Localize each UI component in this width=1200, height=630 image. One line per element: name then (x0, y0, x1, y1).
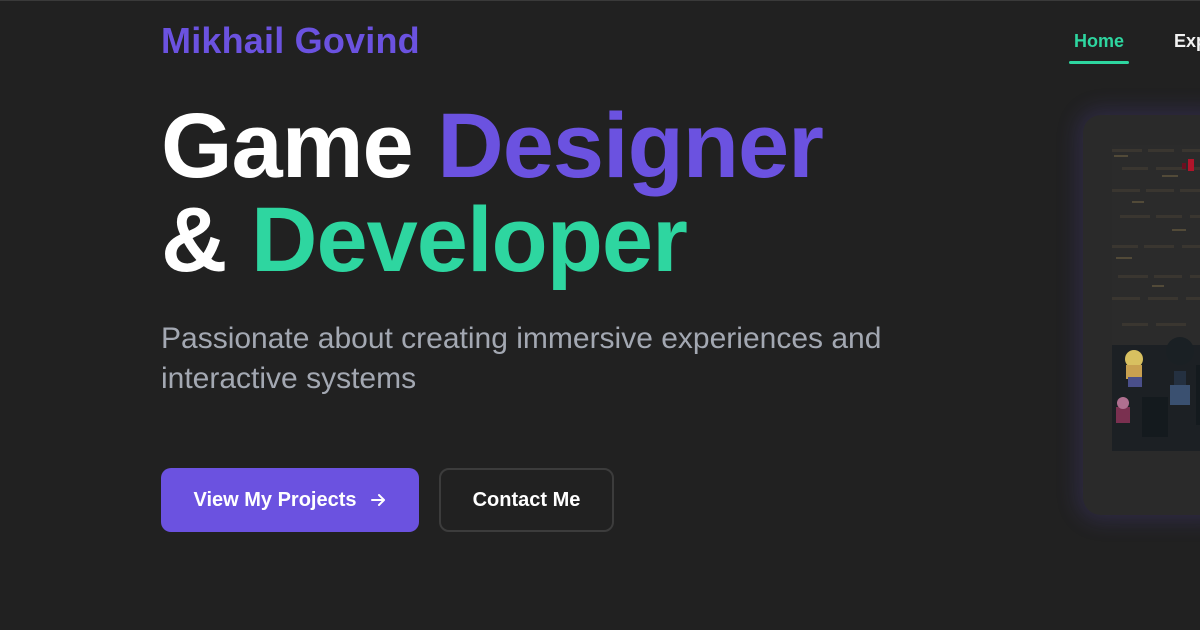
page: Mikhail Govind Home Exp Game Designer & … (0, 0, 1200, 630)
headline-game: Game (161, 95, 414, 197)
nav-active-indicator (1069, 61, 1129, 64)
headline-ampersand: & (161, 189, 227, 291)
nav-experience-link[interactable]: Exp (1174, 31, 1200, 52)
game-preview-card[interactable] (1083, 115, 1200, 515)
hero-headline-line-2: & Developer (161, 194, 688, 286)
arrow-right-icon (369, 491, 387, 509)
contact-me-button[interactable]: Contact Me (439, 468, 614, 532)
headline-designer: Designer (437, 95, 824, 197)
hero-headline-line-1: Game Designer (161, 100, 824, 192)
contact-me-label: Contact Me (472, 488, 581, 511)
view-projects-label: View My Projects (193, 488, 357, 511)
headline-developer: Developer (251, 189, 688, 291)
top-border (0, 0, 1200, 1)
hero-subtitle: Passionate about creating immersive expe… (161, 322, 882, 395)
game-preview-image (1112, 145, 1200, 451)
nav-home-link[interactable]: Home (1069, 31, 1129, 52)
view-projects-button[interactable]: View My Projects (161, 468, 419, 532)
brand-name[interactable]: Mikhail Govind (161, 20, 420, 62)
